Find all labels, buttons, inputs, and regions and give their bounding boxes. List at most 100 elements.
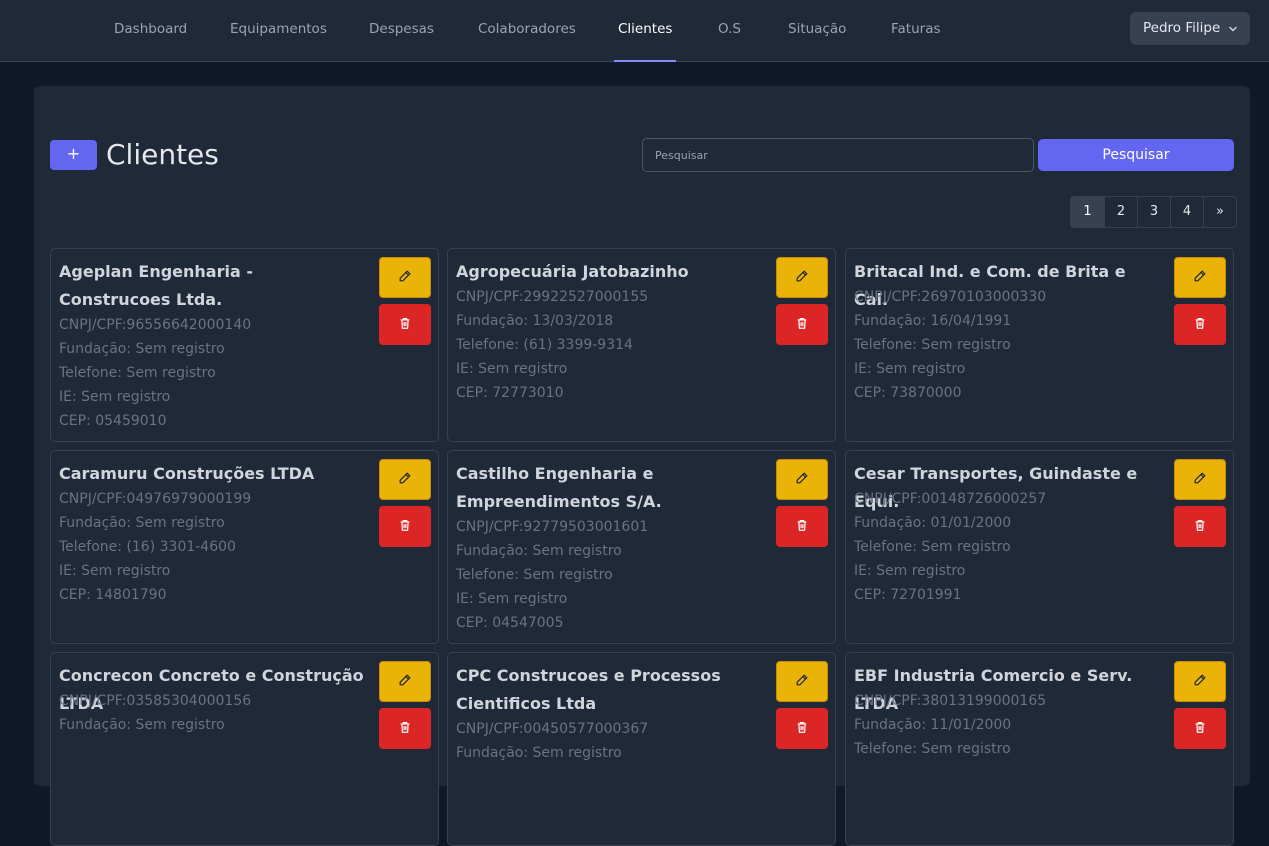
client-cnpj: CNPJ/CPF:92779503001601 — [456, 519, 649, 535]
trash-icon — [1193, 517, 1207, 536]
add-client-button[interactable]: + — [50, 140, 97, 170]
delete-client-button[interactable] — [1174, 304, 1226, 345]
edit-client-button[interactable] — [776, 459, 828, 500]
edit-client-button[interactable] — [1174, 661, 1226, 702]
client-card: Caramuru Construções LTDA CNPJ/CPF:049769… — [50, 450, 439, 644]
nav-despesas[interactable]: Despesas — [369, 0, 434, 62]
pencil-icon — [795, 672, 809, 691]
client-details: CNPJ/CPF:38013199000165 Fundação: 11/01/2… — [854, 689, 1046, 761]
client-details: CNPJ/CPF:26970103000330 Fundação: 16/04/1… — [854, 285, 1046, 405]
client-details: CNPJ/CPF:03585304000156 Fundação: Sem reg… — [59, 689, 251, 737]
client-cep: CEP: 04547005 — [456, 615, 564, 631]
page-title: Clientes — [106, 138, 219, 171]
client-card: Agropecuária Jatobazinho CNPJ/CPF:2992252… — [447, 248, 836, 442]
client-details: CNPJ/CPF:92779503001601 Fundação: Sem reg… — [456, 515, 648, 635]
client-fundacao: Fundação: 11/01/2000 — [854, 717, 1012, 733]
nav-faturas[interactable]: Faturas — [891, 0, 941, 62]
client-name: Ageplan Engenharia - Construcoes Ltda. — [59, 262, 253, 309]
chevron-down-icon — [1228, 12, 1238, 45]
client-name: CPC Construcoes e Processos Cientificos … — [456, 666, 721, 713]
client-details: CNPJ/CPF:00148726000257 Fundação: 01/01/2… — [854, 487, 1046, 607]
client-card: Cesar Transportes, Guindaste e Equi. CNPJ… — [845, 450, 1234, 644]
pencil-icon — [398, 268, 412, 287]
client-ie: IE: Sem registro — [854, 563, 966, 579]
delete-client-button[interactable] — [379, 304, 431, 345]
client-cnpj: CNPJ/CPF:04976979000199 — [59, 491, 252, 507]
pencil-icon — [1193, 268, 1207, 287]
search-input[interactable] — [642, 138, 1034, 172]
client-ie: IE: Sem registro — [59, 563, 171, 579]
nav-os[interactable]: O.S — [718, 0, 741, 62]
client-details: CNPJ/CPF:29922527000155 Fundação: 13/03/2… — [456, 285, 648, 405]
client-fundacao: Fundação: Sem registro — [59, 717, 225, 733]
client-ie: IE: Sem registro — [854, 361, 966, 377]
nav-clientes[interactable]: Clientes — [613, 0, 677, 62]
delete-client-button[interactable] — [776, 506, 828, 547]
client-cnpj: CNPJ/CPF:96556642000140 — [59, 317, 252, 333]
client-cep: CEP: 72773010 — [456, 385, 564, 401]
page-3-button[interactable]: 3 — [1137, 197, 1170, 227]
nav-situacao[interactable]: Situação — [788, 0, 846, 62]
trash-icon — [398, 517, 412, 536]
trash-icon — [795, 719, 809, 738]
trash-icon — [795, 315, 809, 334]
pencil-icon — [795, 268, 809, 287]
edit-client-button[interactable] — [776, 661, 828, 702]
edit-client-button[interactable] — [1174, 459, 1226, 500]
client-fundacao: Fundação: Sem registro — [59, 341, 225, 357]
client-ie: IE: Sem registro — [456, 591, 568, 607]
edit-client-button[interactable] — [379, 661, 431, 702]
client-telefone: Telefone: Sem registro — [59, 365, 216, 381]
client-cnpj: CNPJ/CPF:00148726000257 — [854, 491, 1047, 507]
client-fundacao: Fundação: Sem registro — [456, 745, 622, 761]
trash-icon — [1193, 315, 1207, 334]
next-page-button[interactable]: » — [1203, 197, 1236, 227]
nav-colaboradores[interactable]: Colaboradores — [478, 0, 576, 62]
user-name: Pedro Filipe — [1143, 20, 1221, 36]
client-fundacao: Fundação: 16/04/1991 — [854, 313, 1012, 329]
edit-client-button[interactable] — [776, 257, 828, 298]
client-telefone: Telefone: Sem registro — [456, 567, 613, 583]
client-card: EBF Industria Comercio e Serv. LTDA CNPJ/… — [845, 652, 1234, 846]
client-fundacao: Fundação: 13/03/2018 — [456, 313, 614, 329]
client-card: Britacal Ind. e Com. de Brita e Cal. CNPJ… — [845, 248, 1234, 442]
delete-client-button[interactable] — [1174, 506, 1226, 547]
client-details: CNPJ/CPF:00450577000367 Fundação: Sem reg… — [456, 717, 648, 765]
client-telefone: Telefone: (61) 3399-9314 — [456, 337, 633, 353]
pencil-icon — [1193, 470, 1207, 489]
client-fundacao: Fundação: Sem registro — [456, 543, 622, 559]
edit-client-button[interactable] — [379, 257, 431, 298]
page-2-button[interactable]: 2 — [1104, 197, 1137, 227]
client-telefone: Telefone: Sem registro — [854, 741, 1011, 757]
delete-client-button[interactable] — [776, 708, 828, 749]
page-1-button[interactable]: 1 — [1071, 197, 1104, 227]
client-cep: CEP: 14801790 — [59, 587, 167, 603]
nav-equipamentos[interactable]: Equipamentos — [230, 0, 327, 62]
delete-client-button[interactable] — [379, 708, 431, 749]
client-cnpj: CNPJ/CPF:00450577000367 — [456, 721, 649, 737]
client-name: Caramuru Construções LTDA — [59, 464, 315, 483]
delete-client-button[interactable] — [776, 304, 828, 345]
pencil-icon — [398, 470, 412, 489]
client-ie: IE: Sem registro — [456, 361, 568, 377]
client-telefone: Telefone: (16) 3301-4600 — [59, 539, 236, 555]
client-telefone: Telefone: Sem registro — [854, 539, 1011, 555]
edit-client-button[interactable] — [1174, 257, 1226, 298]
pencil-icon — [1193, 672, 1207, 691]
delete-client-button[interactable] — [379, 506, 431, 547]
search-button[interactable]: Pesquisar — [1038, 139, 1234, 171]
client-cnpj: CNPJ/CPF:26970103000330 — [854, 289, 1047, 305]
client-cnpj: CNPJ/CPF:29922527000155 — [456, 289, 649, 305]
pencil-icon — [795, 470, 809, 489]
trash-icon — [1193, 719, 1207, 738]
top-navbar: Dashboard Equipamentos Despesas Colabora… — [0, 0, 1269, 62]
edit-client-button[interactable] — [379, 459, 431, 500]
delete-client-button[interactable] — [1174, 708, 1226, 749]
client-name: Castilho Engenharia e Empreendimentos S/… — [456, 464, 662, 511]
page-4-button[interactable]: 4 — [1170, 197, 1203, 227]
nav-dashboard[interactable]: Dashboard — [114, 0, 187, 62]
pencil-icon — [398, 672, 412, 691]
user-menu-button[interactable]: Pedro Filipe — [1130, 12, 1250, 45]
client-ie: IE: Sem registro — [59, 389, 171, 405]
client-telefone: Telefone: Sem registro — [854, 337, 1011, 353]
